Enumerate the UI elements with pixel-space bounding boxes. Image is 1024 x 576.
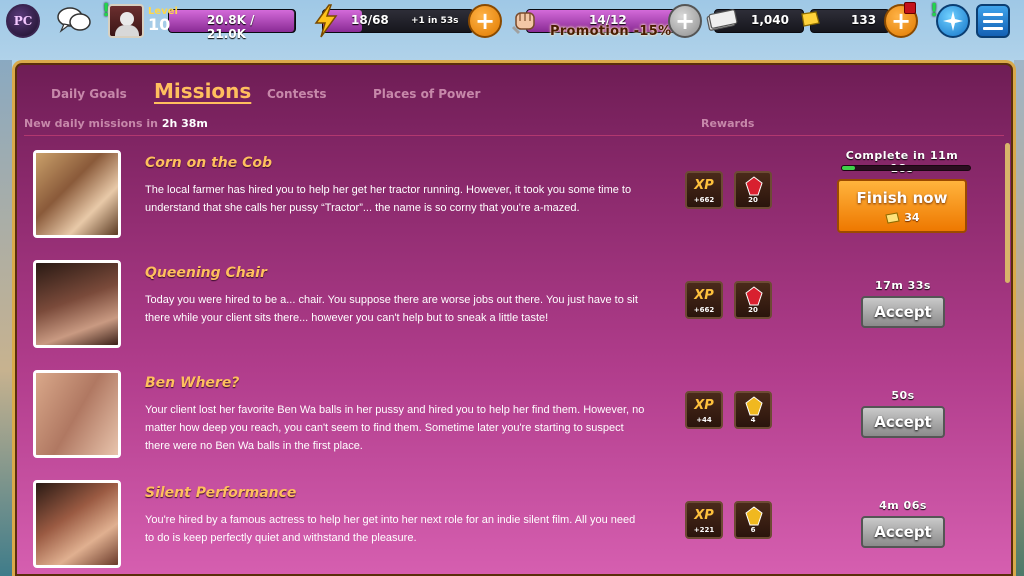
mission-progress-fill [842,166,855,170]
mission-thumbnail[interactable] [33,260,121,348]
xp-reward-value: +44 [696,416,712,424]
mission-list: Corn on the Cob The local farmer has hir… [15,143,1005,576]
chat-icon[interactable] [56,5,92,35]
tab-missions[interactable]: Missions [154,79,251,103]
gold-ingot-icon [801,11,820,27]
xp-reward: XP +221 [685,501,723,539]
mission-row: Silent Performance You're hired by a fam… [15,473,1005,576]
xp-icon: XP [694,508,714,523]
cash-stack-icon [706,9,738,31]
mission-title: Ben Where? [145,375,240,391]
player-avatar[interactable] [108,4,144,38]
gold-ingot-icon [885,212,901,224]
experience-text: 20.8K / 21.0K [207,13,255,41]
gem-reward: 4 [734,391,772,429]
mission-row: Queening Chair Today you were hired to b… [15,253,1005,359]
mission-description: You're hired by a famous actress to help… [145,514,636,544]
experience-bar: 20.8K / 21.0K [168,9,296,41]
promotion-label: Promotion -15% [550,24,672,39]
finish-now-label: Finish now [856,189,948,207]
gem-reward: 20 [734,281,772,319]
accept-button[interactable]: Accept [861,516,945,548]
mission-title: Queening Chair [145,265,267,281]
finish-cost: 34 [839,211,965,224]
promotion-plus-button[interactable]: + [668,4,702,38]
avatar-head [120,12,134,26]
tab-places-of-power[interactable]: Places of Power [373,87,480,101]
gem-reward-value: 20 [748,306,758,314]
missions-panel: Daily Goals Missions Contests Places of … [12,60,1016,576]
mission-list-scrollbar[interactable] [1005,143,1010,283]
background-city-left [0,60,12,576]
energy-text: 18/68 [351,13,389,27]
mission-timer: 50s [891,389,915,402]
mission-title: Corn on the Cob [145,155,273,171]
mission-title: Silent Performance [145,485,297,501]
mission-thumbnail[interactable] [33,150,121,238]
finish-now-button[interactable]: Finish now 34 [837,179,967,233]
mission-timer: Complete in 11m 18s [845,149,959,175]
gem-icon [745,506,763,526]
level-number: 10 [148,15,171,34]
avatar-body [115,25,139,36]
game-logo[interactable]: PC [6,4,40,38]
gem-icon [745,286,763,306]
mission-timer: 4m 06s [879,499,927,512]
mission-thumbnail[interactable] [33,480,121,568]
gold-bar: 133 [810,9,890,33]
notification-icon[interactable] [904,2,916,14]
fist-icon [511,12,535,35]
xp-icon: XP [694,178,714,193]
mission-thumbnail[interactable] [33,370,121,458]
xp-reward-value: +662 [693,306,715,314]
hamburger-menu-icon[interactable] [976,4,1010,38]
top-hud: PC ! 20.8K / 21.0K Level 10 18/68 +1 in … [0,0,1024,42]
gem-reward: 6 [734,501,772,539]
gem-reward-value: 20 [748,196,758,204]
gem-icon [745,396,763,416]
cash-amount: 1,040 [751,13,789,27]
lightning-icon [314,4,338,38]
xp-reward: XP +44 [685,391,723,429]
tab-bar: Daily Goals Missions Contests Places of … [15,63,1013,121]
energy-plus-button[interactable]: + [468,4,502,38]
finish-cost-value: 34 [904,211,920,224]
gem-reward-value: 4 [750,416,756,424]
mission-description: The local farmer has hired you to help h… [145,184,632,214]
mission-description: Today you were hired to be a... chair. Y… [145,294,638,324]
xp-reward: XP +662 [685,171,723,209]
gold-amount: 133 [851,13,877,27]
gem-reward-value: 6 [750,526,756,534]
tab-contests[interactable]: Contests [267,87,327,101]
rewards-header: Rewards [701,117,755,130]
refresh-label: New daily missions in [24,117,158,130]
gem-icon [745,176,763,196]
xp-icon: XP [694,288,714,303]
mission-progress-bar [841,165,971,171]
energy-regen-text: +1 in 53s [411,16,459,26]
xp-reward-value: +221 [693,526,715,534]
accept-button[interactable]: Accept [861,406,945,438]
refresh-timer: 2h 38m [161,117,208,130]
header-divider [24,135,1004,136]
magic-wand-icon[interactable] [936,4,970,38]
xp-icon: XP [694,398,714,413]
gem-reward: 20 [734,171,772,209]
sparkle-icon [943,11,963,31]
energy-bar: 18/68 +1 in 53s [322,9,474,33]
accept-button[interactable]: Accept [861,296,945,328]
tab-daily-goals[interactable]: Daily Goals [51,87,127,101]
mission-timer: 17m 33s [875,279,931,292]
mission-row: Corn on the Cob The local farmer has hir… [15,143,1005,249]
mission-description: Your client lost her favorite Ben Wa bal… [145,404,645,452]
missions-refresh-info: New daily missions in 2h 38m [24,117,208,130]
xp-reward-value: +662 [693,196,715,204]
xp-reward: XP +662 [685,281,723,319]
mission-row: Ben Where? Your client lost her favorite… [15,363,1005,469]
